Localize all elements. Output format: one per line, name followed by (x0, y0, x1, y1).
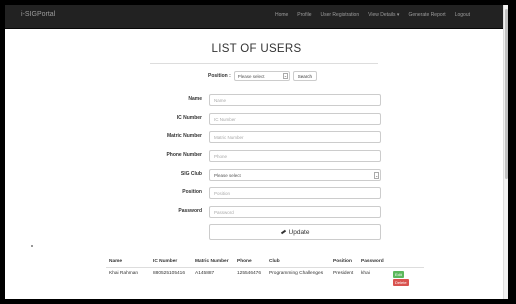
col-header-phone: Phone (234, 256, 266, 268)
top-navbar: i-SIGPortal Home Profile User Registrati… (5, 5, 508, 29)
nav-view-details-dropdown[interactable]: View Details ▾ (368, 12, 399, 18)
ic-number-label: IC Number (176, 115, 202, 121)
form-row-password: Password Password (5, 206, 508, 218)
cell-matric-number: A145887 (192, 267, 234, 289)
cell-ic-number: 880525105416 (150, 267, 192, 289)
nav-logout[interactable]: Logout (455, 12, 470, 18)
nav-links: Home Profile User Registration View Deta… (275, 12, 470, 18)
nav-user-registration[interactable]: User Registration (320, 12, 359, 18)
position-filter: Position : Please select ⌄ Search (208, 71, 318, 81)
password-label: Password (178, 208, 202, 214)
sig-club-select[interactable]: Please select ⌄ (209, 169, 381, 181)
update-button-label: Update (288, 228, 310, 236)
position-filter-select[interactable]: Please select ⌄ (233, 71, 290, 81)
table-row: Khai Rahman 880525105416 A145887 1255464… (106, 267, 424, 289)
form-row-sig-club: SIG Club Please select ⌄ (5, 169, 508, 181)
cell-club: Programming Challenges (266, 267, 330, 289)
search-button[interactable]: Search (292, 71, 318, 81)
position-filter-label: Position : (208, 73, 231, 79)
nav-profile[interactable]: Profile (297, 12, 311, 18)
form-row-matric-number: Matric Number Matric Number (5, 131, 508, 143)
nav-generate-report[interactable]: Generate Report (408, 12, 445, 18)
cell-name: Khai Rahman (106, 267, 150, 289)
chevron-down-icon: ⌄ (374, 172, 379, 179)
col-header-matric-number: Matric Number (192, 256, 234, 268)
page-title: LIST OF USERS (211, 43, 302, 55)
col-header-actions (390, 256, 424, 268)
sig-club-label: SIG Club (180, 171, 202, 177)
cell-phone: 125546476 (234, 267, 266, 289)
position-input[interactable]: Position (209, 187, 381, 199)
update-button[interactable]: Update (209, 224, 381, 240)
delete-button[interactable]: Delete (393, 279, 409, 286)
table-header-row: Name IC Number Matric Number Phone Club … (106, 256, 424, 268)
position-filter-value: Please select (237, 74, 265, 79)
chevron-down-icon: ⌄ (282, 73, 288, 79)
pencil-icon (280, 229, 286, 235)
cell-actions: Edit Delete (390, 267, 424, 289)
users-table: Name IC Number Matric Number Phone Club … (106, 256, 424, 289)
cell-password: khai (358, 267, 390, 289)
form-row-name: Name Name (5, 94, 508, 106)
phone-number-input[interactable]: Phone (209, 150, 381, 162)
phone-number-label: Phone Number (166, 152, 202, 158)
bullet-dot (31, 245, 33, 247)
col-header-name: Name (106, 256, 150, 268)
matric-number-label: Matric Number (166, 133, 202, 139)
col-header-club: Club (266, 256, 330, 268)
cell-position: President (330, 267, 358, 289)
col-header-ic-number: IC Number (150, 256, 192, 268)
nav-home[interactable]: Home (275, 12, 288, 18)
position-label: Position (182, 189, 202, 195)
browser-viewport: i-SIGPortal Home Profile User Registrati… (5, 5, 508, 299)
matric-number-input[interactable]: Matric Number (209, 131, 381, 143)
col-header-position: Position (330, 256, 358, 268)
form-row-position: Position Position (5, 187, 508, 199)
brand-logo[interactable]: i-SIGPortal (21, 11, 55, 18)
sig-club-value: Please select (214, 173, 241, 178)
form-row-ic-number: IC Number IC Number (5, 113, 508, 125)
name-label: Name (188, 96, 202, 102)
col-header-password: Password (358, 256, 390, 268)
name-input[interactable]: Name (209, 94, 381, 106)
form-row-phone-number: Phone Number Phone (5, 150, 508, 162)
edit-button[interactable]: Edit (393, 271, 404, 278)
password-input[interactable]: Password (209, 206, 381, 218)
ic-number-input[interactable]: IC Number (209, 113, 381, 125)
title-divider (150, 63, 378, 64)
